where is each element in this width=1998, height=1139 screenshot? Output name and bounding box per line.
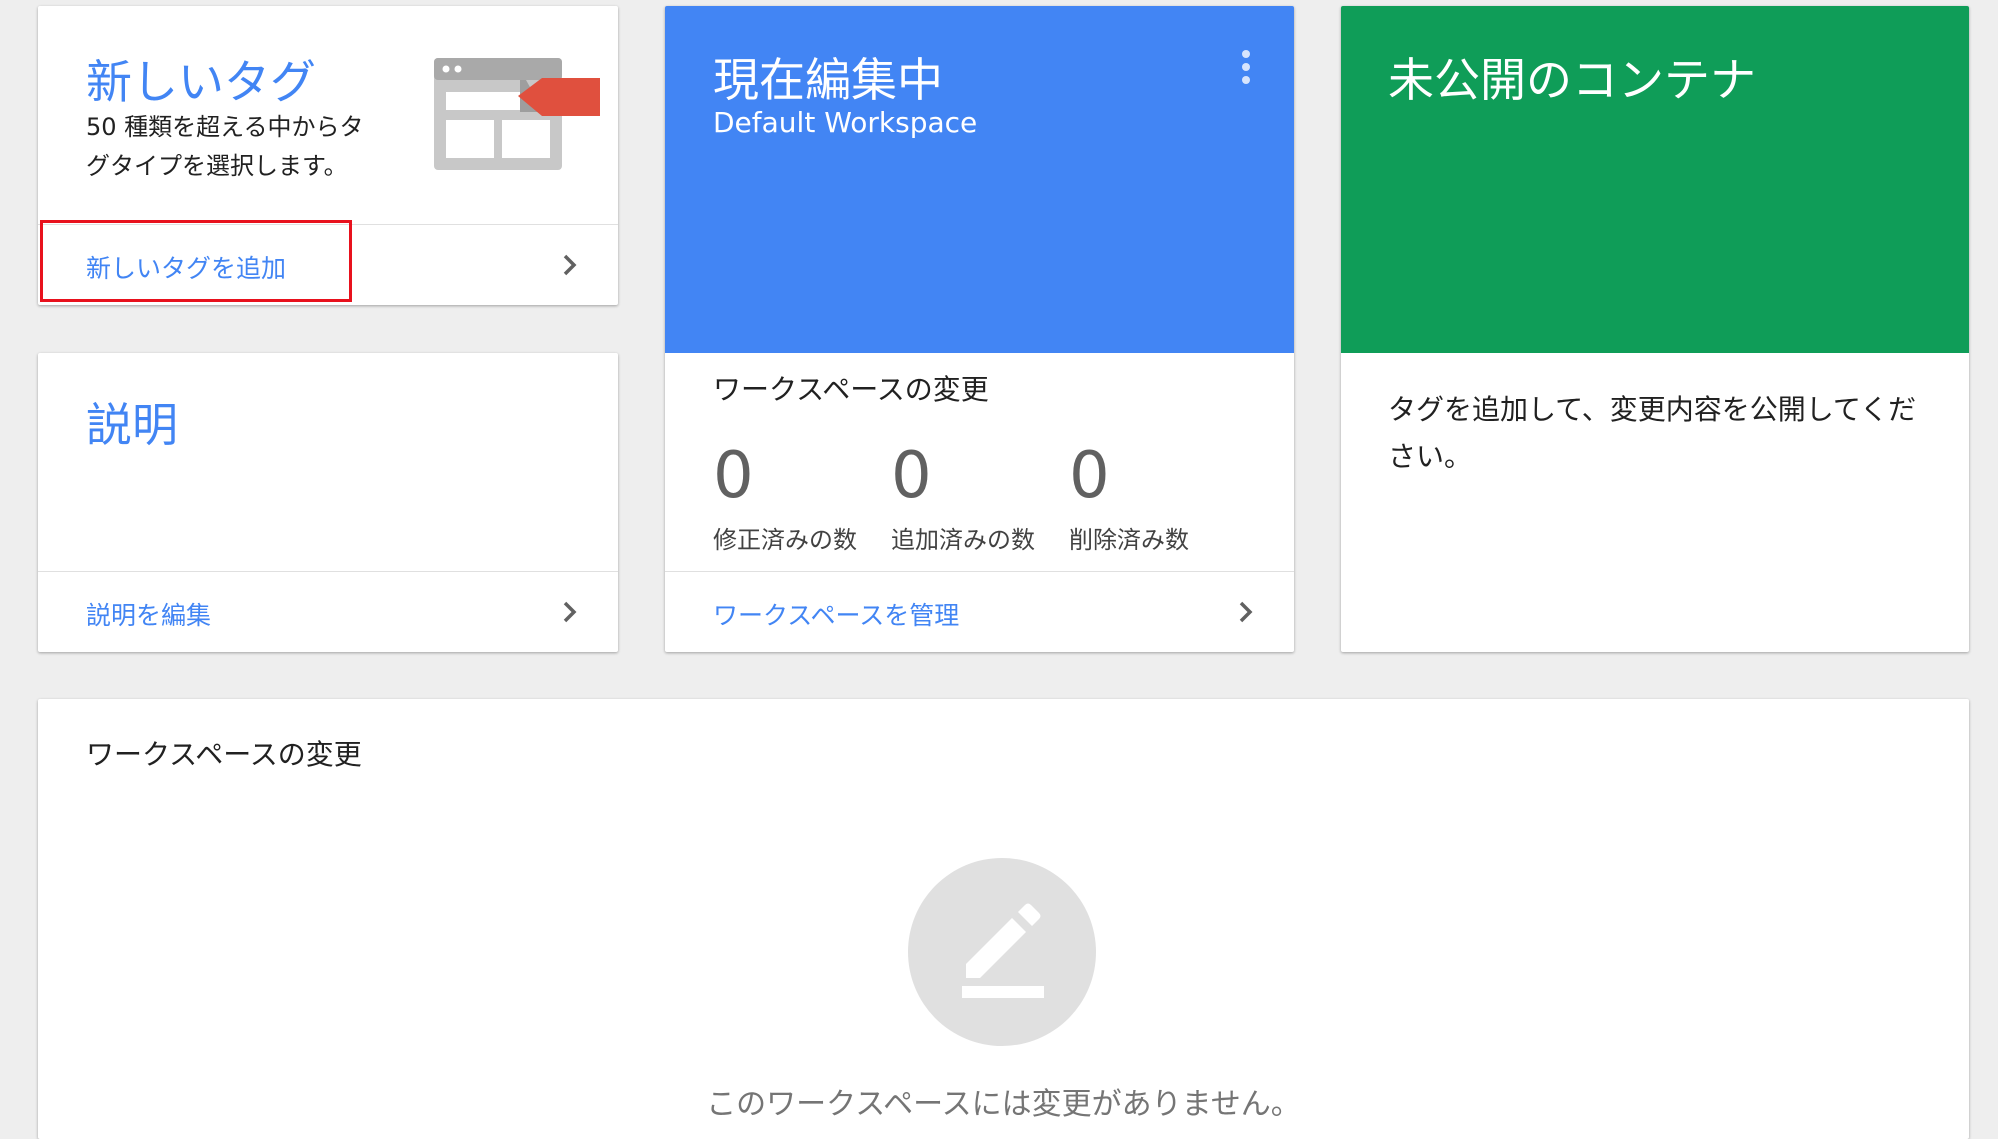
new-tag-footer[interactable]: 新しいタグを追加 — [38, 224, 618, 305]
description-card: 説明 説明を編集 — [38, 353, 618, 652]
empty-state-message: このワークスペースには変更がありません。 — [706, 1087, 1301, 1122]
workspace-name: Default Workspace — [713, 106, 978, 139]
unpublished-header: 未公開のコンテナ — [1341, 6, 1969, 353]
description-footer[interactable]: 説明を編集 — [38, 571, 618, 652]
added-count-stat: 0 追加済みの数 — [891, 438, 1035, 555]
chevron-right-icon[interactable] — [558, 250, 582, 280]
stat-label: 削除済み数 — [1069, 526, 1189, 554]
new-tag-description: 50 種類を超える中からタグタイプを選択します。 — [86, 113, 364, 180]
empty-state-circle — [908, 858, 1096, 1046]
add-new-tag-link[interactable]: 新しいタグを追加 — [86, 249, 286, 285]
manage-workspace-link[interactable]: ワークスペースを管理 — [713, 596, 959, 632]
workspace-card-title: 現在編集中 — [713, 53, 943, 107]
workspace-changes-panel-title: ワークスペースの変更 — [86, 738, 362, 771]
stat-value: 0 — [1069, 439, 1110, 513]
deleted-count-stat: 0 削除済み数 — [1069, 438, 1189, 555]
stat-value: 0 — [713, 439, 754, 513]
unpublished-message: タグを追加して、変更内容を公開してください。 — [1388, 393, 1917, 473]
workspace-changes-label: ワークスペースの変更 — [713, 373, 989, 406]
tag-browser-illustration-icon — [434, 58, 600, 170]
more-vert-icon[interactable] — [1242, 50, 1252, 90]
chevron-right-icon[interactable] — [558, 597, 582, 627]
new-tag-card: 新しいタグ 50 種類を超える中からタグタイプを選択します。 新しいタグを追加 — [38, 6, 618, 305]
stat-value: 0 — [891, 439, 932, 513]
new-tag-title: 新しいタグ — [86, 55, 316, 109]
current-workspace-card: 現在編集中 Default Workspace ワークスペースの変更 0 修正済… — [665, 6, 1294, 652]
workspace-changes-panel: ワークスペースの変更 このワークスペースには変更がありません。 — [38, 699, 1969, 1139]
chevron-right-icon[interactable] — [1234, 597, 1258, 627]
workspace-header: 現在編集中 Default Workspace — [665, 6, 1294, 353]
stat-label: 追加済みの数 — [891, 526, 1035, 554]
modified-count-stat: 0 修正済みの数 — [713, 438, 857, 555]
workspace-footer[interactable]: ワークスペースを管理 — [665, 571, 1294, 652]
description-title: 説明 — [86, 398, 178, 452]
stat-label: 修正済みの数 — [713, 526, 857, 554]
unpublished-container-card: 未公開のコンテナ タグを追加して、変更内容を公開してください。 — [1341, 6, 1969, 652]
edit-description-link[interactable]: 説明を編集 — [86, 596, 211, 632]
pencil-edit-icon — [962, 903, 1044, 998]
unpublished-title: 未公開のコンテナ — [1388, 53, 1756, 107]
